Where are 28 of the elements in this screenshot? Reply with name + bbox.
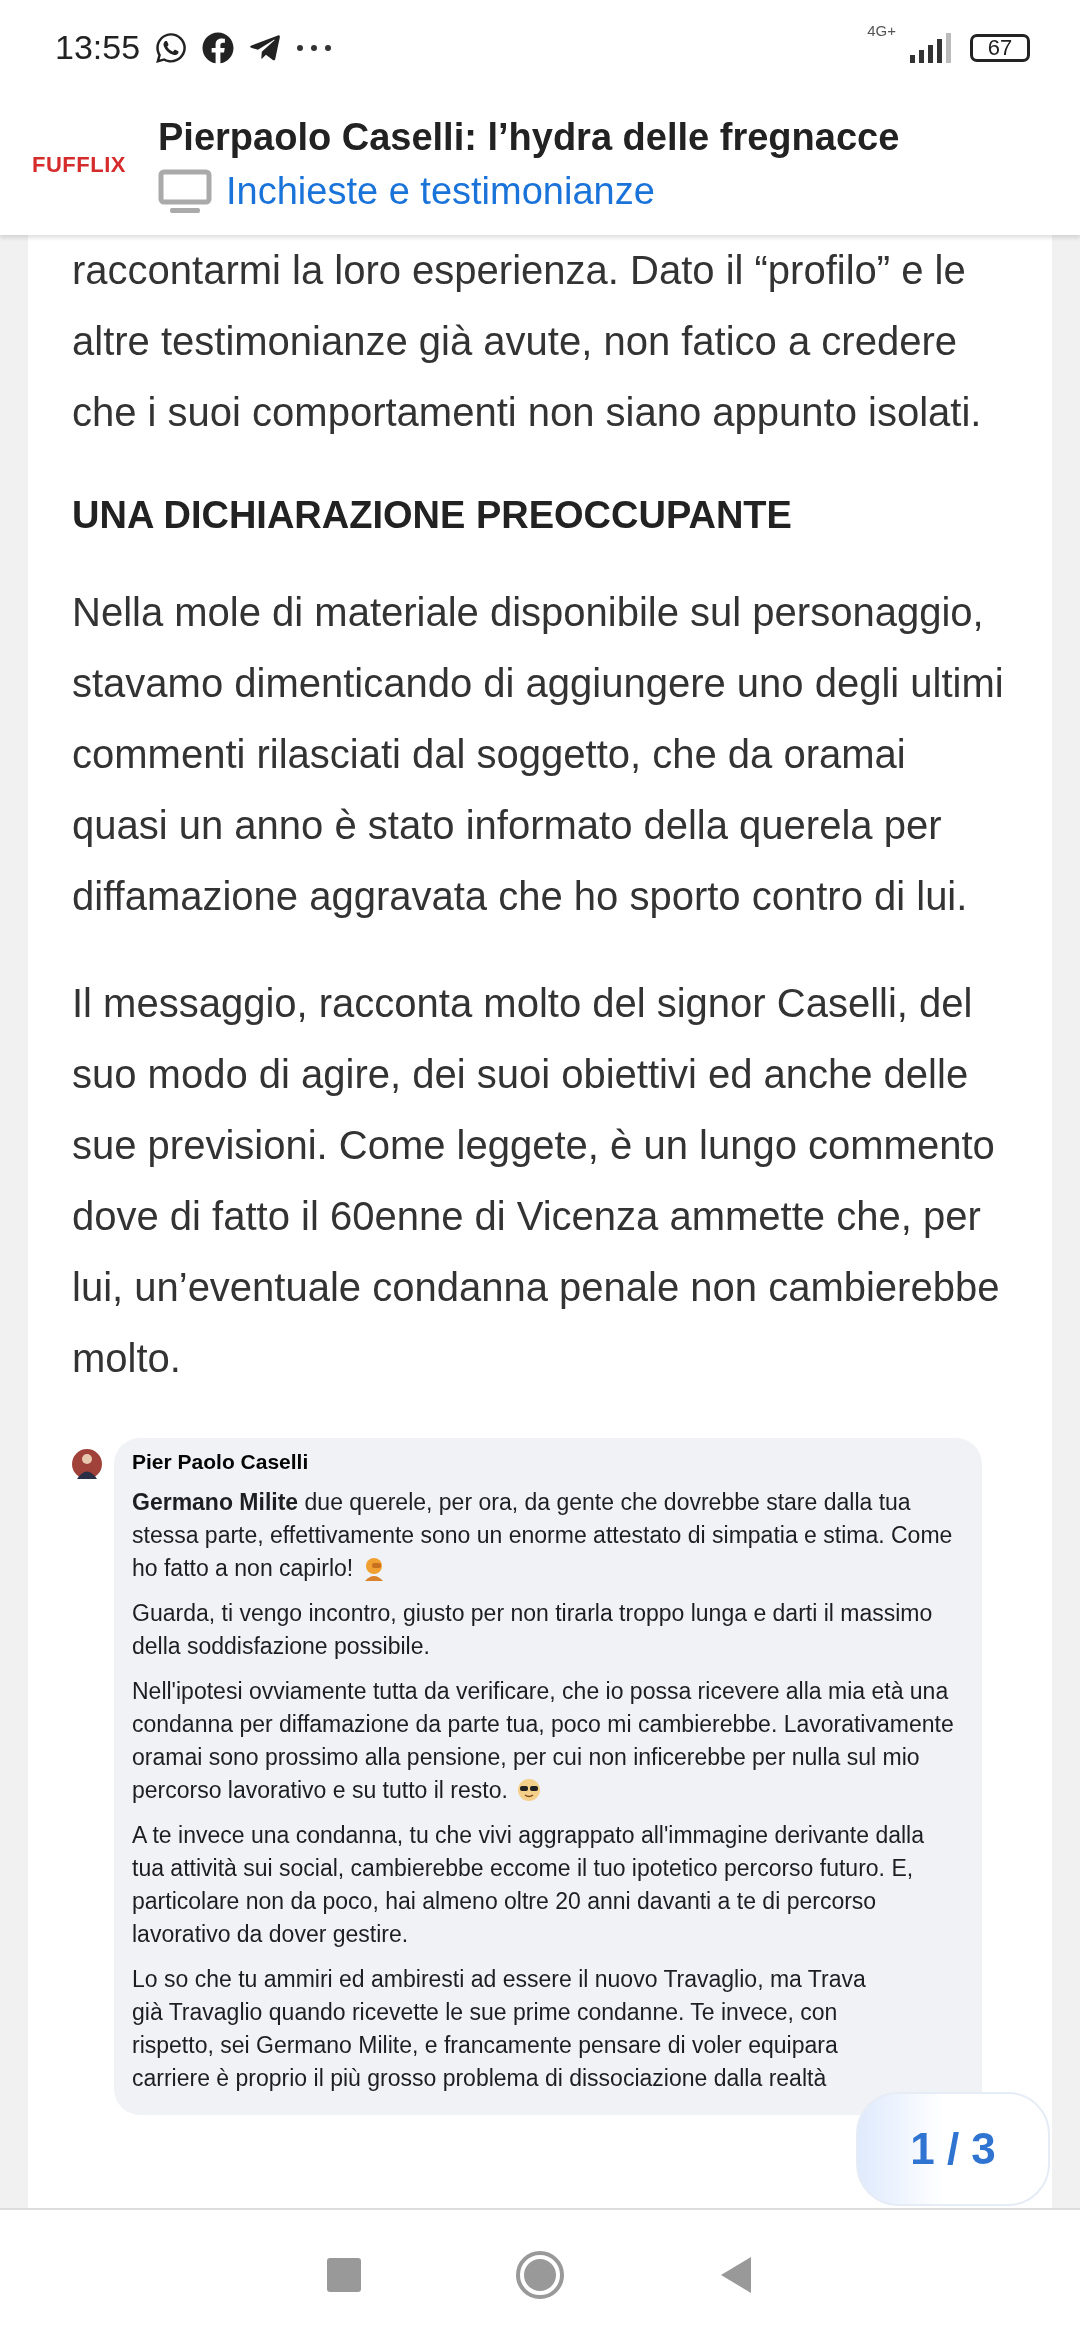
comment-line: Lo so che tu ammiri ed ambiresti ad essere il nuovo Travaglio, ma Trava <box>132 1965 867 1994</box>
battery-indicator: 67 <box>970 33 1030 62</box>
avatar-icon <box>72 1446 102 1482</box>
comment-line: rispetto, sei Germano Milite, e francamente pensare di voler equipara <box>132 2031 839 2060</box>
site-logo[interactable]: FUFFLIX <box>32 152 126 178</box>
status-time: 13:55 <box>55 28 141 67</box>
section-heading: UNA DICHIARAZIONE PREOCCUPANTE <box>72 494 793 537</box>
article-paragraph: Nella mole di materiale disponibile sul personaggio, stavamo dimenticando di aggiungere uno degli ultimi commenti rilasciati dal soggetto, che da oramai quasi un anno è stato informato della querela per diffamazione aggravata che ho sporto contro di lui. <box>72 589 1005 920</box>
comment-line: carriere è proprio il più grosso problema di dissociazione dalla realtà <box>132 2064 828 2093</box>
network-type: 4G+ <box>867 22 896 39</box>
comment-paragraph: A te invece una condanna, tu che vivi aggrappato all'immagine derivante dalla tua attività sui social, cambierebbe eccome il tuo ipotetico percorso futuro. E, particolare non da poco, hai almeno oltre 20 anni davanti a te di percorso lavorativo da dover gestire. <box>132 1821 926 1949</box>
comment-author: Pier Paolo Caselli <box>132 1450 310 1474</box>
category-link[interactable]: Inchieste e testimonianze <box>226 170 655 213</box>
more-dots-icon <box>296 43 333 52</box>
facebook-icon <box>202 31 235 64</box>
comment-line: già Travaglio quando ricevette le sue prime condanne. Te invece, con <box>132 1998 839 2027</box>
back-triangle-icon[interactable] <box>719 2255 753 2295</box>
comment-paragraph: Germano Milite due querele, per ora, da gente che dovrebbe stare dalla tua stessa parte, effettivamente sono un enorme attestato di simpatia e stima. Come ho fatto a non capirlo! <box>132 1488 954 1583</box>
comment-paragraph: Guarda, ti vengo incontro, giusto per non tirarla troppo lunga e darti il massimo della soddisfazione possibile. <box>132 1599 934 1661</box>
article-paragraph: raccontarmi la loro esperienza. Dato il “profilo” e le altre testimonianze già avute, non fatico a credere che i suoi comportamenti non siano appunto isolati. <box>72 247 983 436</box>
page-counter: 1 / 3 <box>856 2092 1050 2206</box>
comment-paragraph: Nell'ipotesi ovviamente tutta da verificare, che io possa ricevere alla mia età una condanna per diffamazione da parte tua, poco mi cambierebbe. Lavorativamente oramai sono prossimo alla pensione, per cui non inficerebbe per nulla sul mio percorso lavorativo e su tutto il resto. <box>132 1677 955 1805</box>
sunglasses-emoji-icon <box>515 1777 542 1803</box>
article-paragraph: Il messaggio, racconta molto del signor Caselli, del suo modo di agire, dei suoi obiettivi ed anche delle sue previsioni. Come leggete, è un lungo commento dove di fatto il 60enne di Vicenza ammette che, per lui, un’eventuale condanna penale non cambierebbe molto. <box>72 980 1001 1382</box>
home-circle-icon[interactable] <box>515 2250 565 2300</box>
monitor-icon <box>158 168 212 215</box>
page-title: Pierpaolo Caselli: l’hydra delle fregnacce <box>158 115 901 159</box>
chat-bubble-icon <box>154 30 189 65</box>
